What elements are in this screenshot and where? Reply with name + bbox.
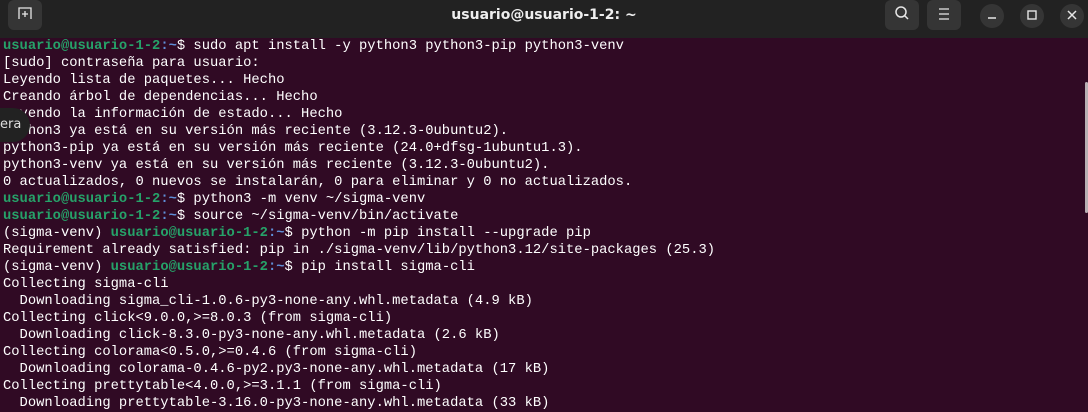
prompt-env: (sigma-venv) bbox=[3, 260, 111, 275]
new-tab-button[interactable] bbox=[8, 0, 42, 30]
output-line: Collecting sigma-cli bbox=[3, 277, 169, 292]
output-line: python3 ya está en su versión más recien… bbox=[3, 124, 509, 139]
output-line: Downloading click-8.3.0-py3-none-any.whl… bbox=[3, 328, 500, 343]
prompt-user: usuario@usuario-1-2 bbox=[3, 39, 161, 54]
prompt-user: usuario@usuario-1-2 bbox=[110, 260, 268, 275]
prompt-user: usuario@usuario-1-2 bbox=[3, 192, 161, 207]
search-button[interactable] bbox=[885, 0, 919, 30]
prompt-cmd: $ python3 -m venv ~/sigma-venv bbox=[176, 192, 426, 207]
prompt-line: (sigma-venv) usuario@usuario-1-2:~$ pip … bbox=[3, 259, 1078, 276]
output-line: Creando árbol de dependencias... Hecho bbox=[3, 90, 318, 105]
window-title: usuario@usuario-1-2: ~ bbox=[451, 7, 637, 23]
prompt-line: usuario@usuario-1-2:~$ sudo apt install … bbox=[3, 38, 1078, 55]
prompt-user: usuario@usuario-1-2 bbox=[110, 226, 268, 241]
search-icon bbox=[894, 5, 910, 25]
menu-button[interactable] bbox=[927, 0, 961, 30]
maximize-button[interactable] bbox=[1020, 4, 1044, 28]
output-line: [sudo] contraseña para usuario: bbox=[3, 56, 260, 71]
output-line: Downloading sigma_cli-1.0.6-py3-none-any… bbox=[3, 294, 533, 309]
title-bar: usuario@usuario-1-2: ~ bbox=[0, 0, 1088, 38]
output-line: Leyendo lista de paquetes... Hecho bbox=[3, 73, 285, 88]
prompt-user: usuario@usuario-1-2 bbox=[3, 209, 161, 224]
prompt-path: :~ bbox=[160, 209, 177, 224]
minimize-button[interactable] bbox=[980, 4, 1004, 28]
prompt-path: :~ bbox=[267, 260, 285, 275]
prompt-env: (sigma-venv) bbox=[3, 226, 111, 241]
output-line: Requirement already satisfied: pip in ./… bbox=[3, 243, 716, 258]
prompt-line: usuario@usuario-1-2:~$ python3 -m venv ~… bbox=[3, 191, 1078, 208]
output-line: Collecting click<9.0.0,>=8.0.3 (from sig… bbox=[3, 311, 393, 326]
output-line: python3-pip ya está en su versión más re… bbox=[3, 141, 583, 156]
prompt-path: :~ bbox=[160, 192, 177, 207]
maximize-icon bbox=[1027, 9, 1037, 24]
close-button[interactable] bbox=[1060, 4, 1084, 28]
hamburger-menu-icon bbox=[937, 6, 951, 24]
close-icon bbox=[1067, 9, 1077, 24]
prompt-cmd: $ sudo apt install -y python3 python3-pi… bbox=[176, 39, 624, 54]
output-line: python3-venv ya está en su versión más r… bbox=[3, 158, 550, 173]
prompt-path: :~ bbox=[267, 226, 285, 241]
prompt-cmd: $ source ~/sigma-venv/bin/activate bbox=[176, 209, 459, 224]
prompt-line: (sigma-venv) usuario@usuario-1-2:~$ pyth… bbox=[3, 225, 1078, 242]
terminal-output[interactable]: usuario@usuario-1-2:~$ sudo apt install … bbox=[3, 38, 1078, 412]
output-line: Leyendo la información de estado... Hech… bbox=[3, 107, 343, 122]
minimize-icon bbox=[987, 9, 997, 24]
output-line: 0 actualizados, 0 nuevos se instalarán, … bbox=[3, 175, 633, 190]
new-tab-icon bbox=[17, 5, 33, 25]
output-line: Collecting colorama<0.5.0,>=0.4.6 (from … bbox=[3, 345, 417, 360]
prompt-cmd: $ pip install sigma-cli bbox=[284, 260, 475, 275]
output-line: Collecting prettytable<4.0.0,>=3.1.1 (fr… bbox=[3, 379, 442, 394]
output-line: Downloading colorama-0.4.6-py2.py3-none-… bbox=[3, 362, 550, 377]
prompt-line: usuario@usuario-1-2:~$ source ~/sigma-ve… bbox=[3, 208, 1078, 225]
output-line: Downloading prettytable-3.16.0-py3-none-… bbox=[3, 396, 550, 411]
prompt-path: :~ bbox=[160, 39, 177, 54]
prompt-cmd: $ python -m pip install --upgrade pip bbox=[284, 226, 591, 241]
